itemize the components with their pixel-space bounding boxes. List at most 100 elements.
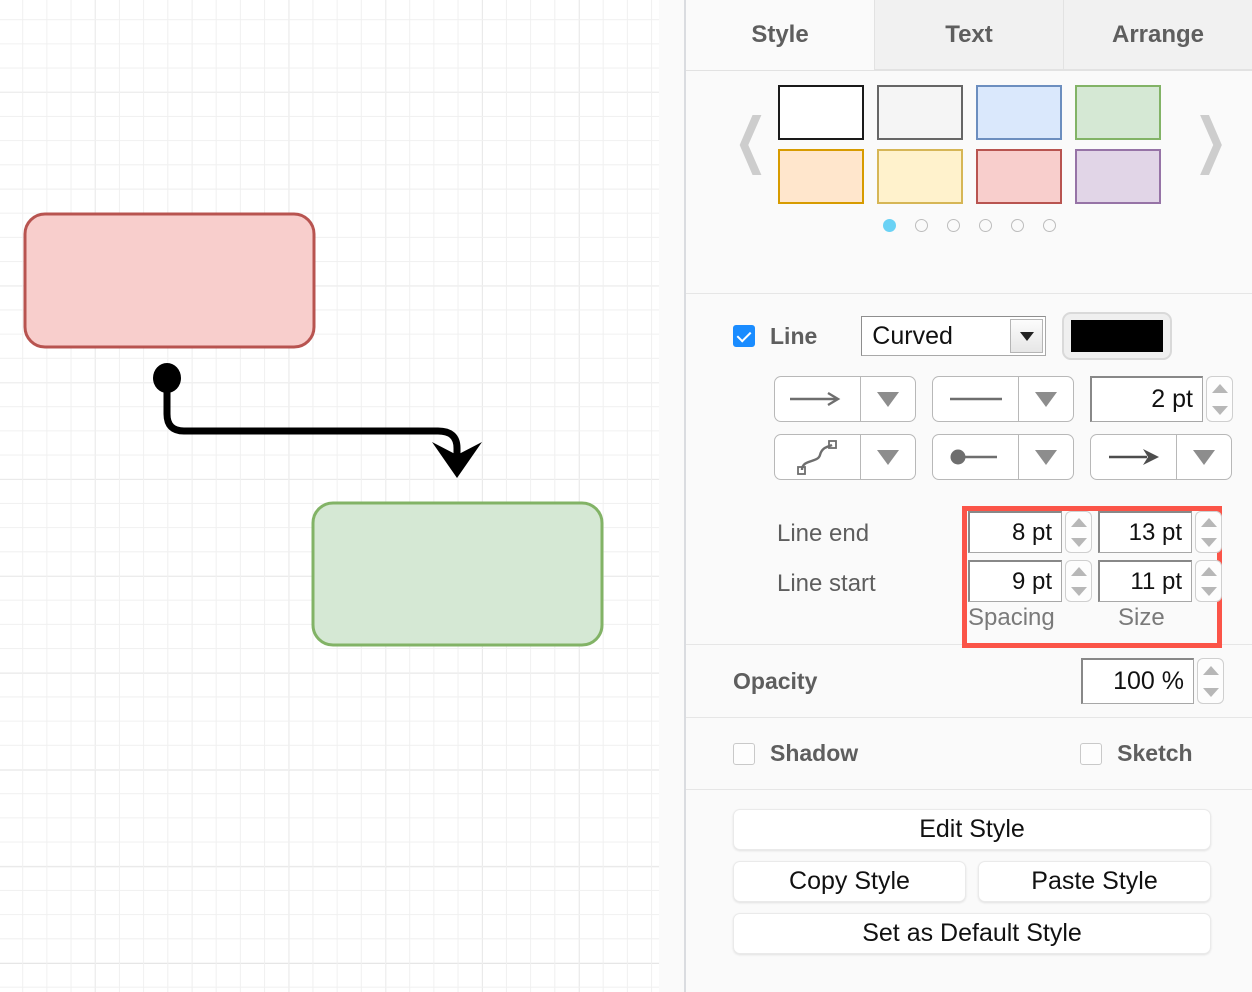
- palette-page-dots: [686, 219, 1252, 232]
- copy-style-button[interactable]: Copy Style: [733, 861, 966, 902]
- edit-style-button[interactable]: Edit Style: [733, 809, 1211, 850]
- chevron-right-icon[interactable]: ❯: [1194, 111, 1228, 171]
- line-end-start-controls: Line end Line start 8 pt 13 pt: [686, 498, 1252, 648]
- stepper-down-icon[interactable]: [1212, 406, 1228, 415]
- tab-arrange-label: Arrange: [1112, 21, 1204, 49]
- style-palette-grid: [769, 85, 1169, 204]
- canvas-gutter: [659, 0, 686, 992]
- chevron-left-icon[interactable]: ❮: [734, 111, 768, 171]
- sketch-checkbox[interactable]: [1080, 743, 1102, 765]
- swatch-red[interactable]: [976, 149, 1062, 204]
- waypoint-curve-glyph: [794, 437, 842, 477]
- line-label: Line: [770, 323, 817, 350]
- swatch-white[interactable]: [778, 85, 864, 140]
- tab-text-label: Text: [945, 21, 993, 49]
- paste-style-button[interactable]: Paste Style: [978, 861, 1211, 902]
- stepper-down-icon[interactable]: [1071, 587, 1087, 596]
- opacity-control: 100 %: [1081, 658, 1224, 704]
- format-tabbar: Style Text Arrange: [686, 0, 1252, 71]
- line-controls-row-2: [686, 434, 1252, 480]
- line-start-size-input[interactable]: 11 pt: [1098, 560, 1192, 602]
- solid-line-glyph: [946, 389, 1006, 409]
- waypoint-curve-icon[interactable]: [775, 435, 860, 479]
- stepper-up-icon[interactable]: [1201, 518, 1217, 527]
- opacity-stepper[interactable]: [1197, 658, 1224, 704]
- line-end-marker-button-group: [1090, 434, 1232, 480]
- line-start-size-stepper[interactable]: [1195, 560, 1222, 602]
- style-palette-row-1: [769, 85, 1169, 140]
- copy-paste-style-row: Copy Style Paste Style: [733, 861, 1252, 902]
- shadow-checkbox[interactable]: [733, 743, 755, 765]
- arrow-end-marker-glyph: [1103, 446, 1165, 468]
- line-checkbox[interactable]: [733, 325, 755, 347]
- swatch-gray[interactable]: [877, 85, 963, 140]
- stepper-down-icon[interactable]: [1203, 688, 1219, 697]
- swatch-yellow[interactable]: [877, 149, 963, 204]
- stepper-up-icon[interactable]: [1071, 518, 1087, 527]
- line-end-size-input[interactable]: 13 pt: [1098, 511, 1192, 553]
- stepper-up-icon[interactable]: [1203, 666, 1219, 675]
- line-section: Line Curved: [686, 294, 1252, 645]
- style-actions-section: Edit Style Copy Style Paste Style Set as…: [686, 790, 1252, 954]
- line-end-spacing-input[interactable]: 8 pt: [968, 511, 1062, 553]
- line-style-value: Curved: [862, 322, 953, 351]
- tab-style-label: Style: [751, 21, 808, 49]
- line-end-marker-dropdown-caret[interactable]: [1176, 435, 1231, 479]
- swatch-green[interactable]: [1075, 85, 1161, 140]
- line-end-size-stepper[interactable]: [1195, 511, 1222, 553]
- stepper-down-icon[interactable]: [1071, 538, 1087, 547]
- opacity-label: Opacity: [733, 668, 817, 695]
- tab-style[interactable]: Style: [686, 0, 874, 70]
- line-start-spacing-stepper[interactable]: [1065, 560, 1092, 602]
- palette-dot-4[interactable]: [979, 219, 992, 232]
- palette-dot-5[interactable]: [1011, 219, 1024, 232]
- solid-line-icon[interactable]: [933, 377, 1018, 421]
- canvas-grid[interactable]: [0, 0, 659, 992]
- set-default-style-button[interactable]: Set as Default Style: [733, 913, 1211, 954]
- line-start-spacing-input[interactable]: 9 pt: [968, 560, 1062, 602]
- line-header-row: Line Curved: [686, 308, 1252, 364]
- line-end-spacing-stepper[interactable]: [1065, 511, 1092, 553]
- arrow-right-icon[interactable]: [775, 377, 860, 421]
- line-start-spacing-control: 9 pt: [968, 560, 1092, 602]
- stepper-down-icon[interactable]: [1201, 538, 1217, 547]
- line-end-spacing-control: 8 pt: [968, 511, 1092, 553]
- arrow-end-marker-icon[interactable]: [1091, 435, 1176, 479]
- line-color-button[interactable]: [1062, 312, 1172, 360]
- palette-dot-1[interactable]: [883, 219, 896, 232]
- stepper-up-icon[interactable]: [1201, 567, 1217, 576]
- tab-text[interactable]: Text: [874, 0, 1063, 70]
- line-width-stepper[interactable]: [1206, 376, 1233, 422]
- sketch-toggle[interactable]: Sketch: [1080, 740, 1192, 767]
- circle-start-marker-icon[interactable]: [933, 435, 1018, 479]
- line-arrow-style-button-group: [774, 376, 916, 422]
- palette-dot-3[interactable]: [947, 219, 960, 232]
- swatch-purple[interactable]: [1075, 149, 1161, 204]
- swatch-orange[interactable]: [778, 149, 864, 204]
- stepper-down-icon[interactable]: [1201, 587, 1217, 596]
- chevron-down-icon[interactable]: [1010, 319, 1043, 353]
- line-style-select[interactable]: Curved: [861, 316, 1046, 356]
- style-palette-section: ❮ ❯: [686, 71, 1252, 294]
- waypoint-style-dropdown-caret[interactable]: [860, 435, 915, 479]
- format-panel: Style Text Arrange: [686, 0, 1252, 992]
- tab-arrange[interactable]: Arrange: [1063, 0, 1252, 70]
- stepper-up-icon[interactable]: [1071, 567, 1087, 576]
- shadow-toggle[interactable]: Shadow: [733, 740, 858, 767]
- waypoint-style-button-group: [774, 434, 916, 480]
- line-dash-style-button-group: [932, 376, 1074, 422]
- line-width-input[interactable]: 2 pt: [1090, 376, 1203, 422]
- arrow-style-dropdown-caret[interactable]: [860, 377, 915, 421]
- palette-dot-2[interactable]: [915, 219, 928, 232]
- size-caption: Size: [1118, 604, 1165, 632]
- stepper-up-icon[interactable]: [1212, 384, 1228, 393]
- line-start-marker-dropdown-caret[interactable]: [1018, 435, 1073, 479]
- opacity-input[interactable]: 100 %: [1081, 658, 1194, 704]
- diagram-canvas[interactable]: [0, 0, 686, 992]
- opacity-section: Opacity 100 %: [686, 645, 1252, 718]
- drawio-editor: Style Text Arrange: [0, 0, 1252, 992]
- palette-dot-6[interactable]: [1043, 219, 1056, 232]
- dash-style-dropdown-caret[interactable]: [1018, 377, 1073, 421]
- sketch-label: Sketch: [1117, 740, 1192, 767]
- swatch-blue[interactable]: [976, 85, 1062, 140]
